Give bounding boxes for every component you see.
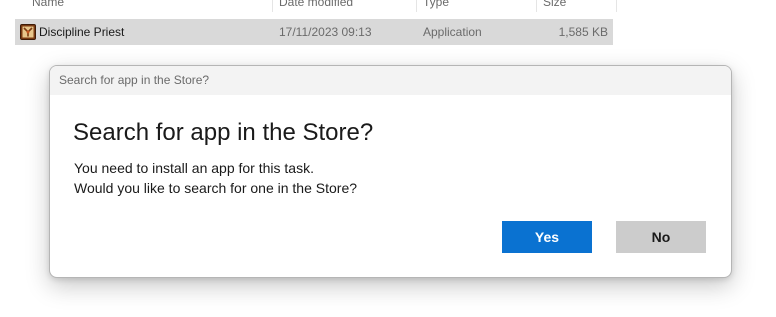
column-header-date-modified[interactable]: Date modified — [279, 0, 353, 10]
store-search-dialog: Search for app in the Store? Search for … — [49, 65, 732, 278]
column-divider[interactable] — [616, 0, 617, 12]
file-size: 1,585 KB — [558, 25, 608, 39]
dialog-message-line-1: You need to install an app for this task… — [74, 160, 314, 176]
file-name: Discipline Priest — [39, 25, 125, 39]
yes-button[interactable]: Yes — [502, 221, 592, 253]
file-type: Application — [423, 25, 482, 39]
column-header-size[interactable]: Size — [543, 0, 566, 10]
column-header-type[interactable]: Type — [423, 0, 449, 10]
file-row[interactable]: Discipline Priest 17/11/2023 09:13 Appli… — [15, 19, 613, 45]
application-icon — [20, 24, 36, 40]
dialog-message-line-2: Would you like to search for one in the … — [74, 180, 358, 196]
dialog-title-bar[interactable]: Search for app in the Store? — [50, 66, 731, 95]
column-headers: Name Date modified Type Size — [0, 0, 776, 14]
dialog-window-title: Search for app in the Store? — [59, 73, 210, 87]
dialog-heading: Search for app in the Store? — [73, 119, 374, 146]
column-divider[interactable] — [536, 0, 537, 12]
column-divider[interactable] — [416, 0, 417, 12]
no-button[interactable]: No — [616, 221, 706, 253]
file-date-modified: 17/11/2023 09:13 — [279, 25, 372, 39]
column-header-name[interactable]: Name — [32, 0, 64, 10]
column-divider[interactable] — [272, 0, 273, 12]
